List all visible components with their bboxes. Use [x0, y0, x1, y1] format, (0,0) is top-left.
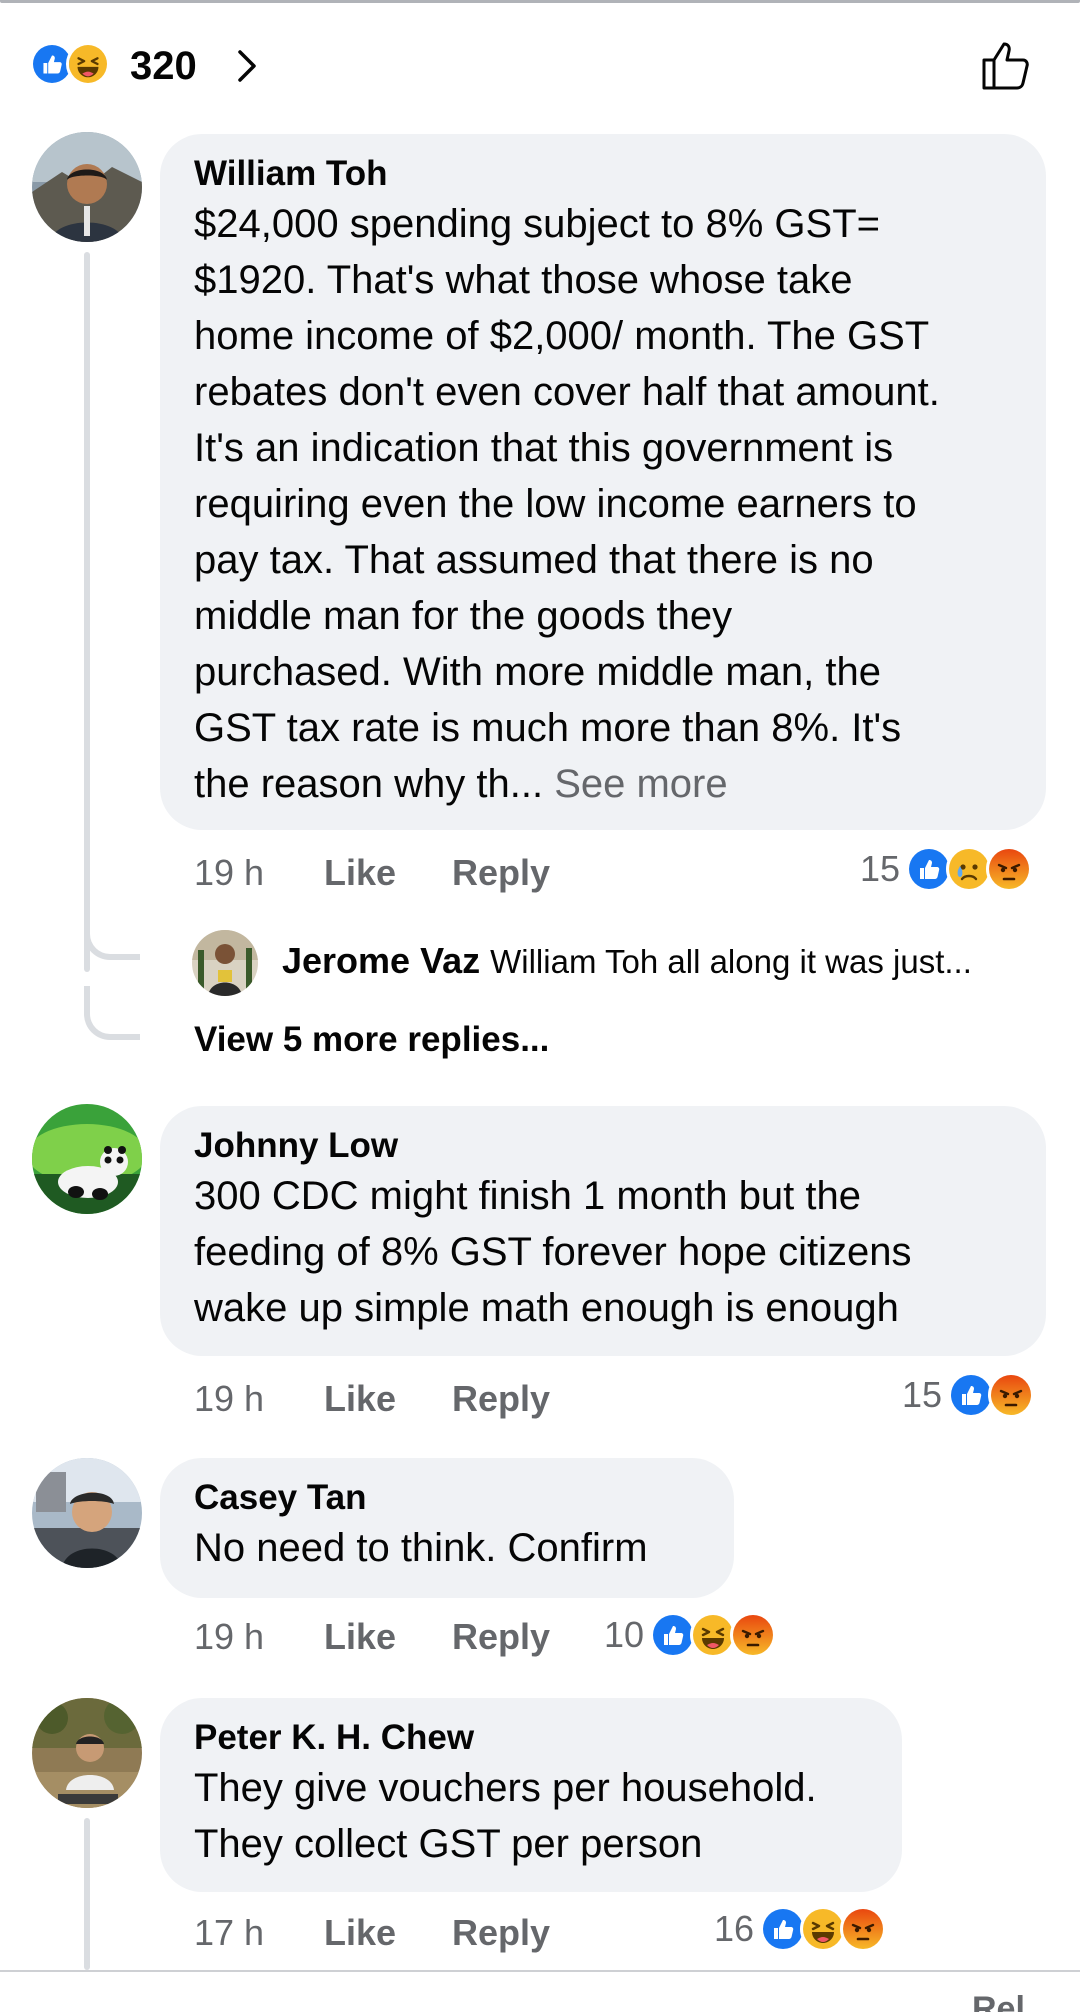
avatar[interactable]	[32, 1104, 142, 1214]
angry-reaction-icon	[840, 1906, 887, 1952]
haha-reaction-icon	[66, 42, 110, 86]
comment-bubble[interactable]: Casey Tan No need to think. Confirm	[160, 1458, 734, 1598]
reply-text: William Toh all along it was just...	[490, 943, 972, 980]
avatar[interactable]	[32, 1698, 142, 1808]
reaction-total-count[interactable]: 320	[130, 44, 197, 89]
comment-actions: 19 h Like Reply	[194, 1616, 550, 1658]
comment-actions: 19 h Like Reply	[194, 852, 550, 894]
angry-reaction-icon	[988, 1372, 1035, 1418]
like-button[interactable]: Like	[324, 1378, 452, 1420]
reaction-count: 16	[714, 1908, 755, 1949]
thread-connector	[84, 906, 140, 960]
comment-author[interactable]: Casey Tan	[194, 1476, 700, 1520]
reply-author[interactable]: Jerome Vaz	[282, 940, 480, 981]
comment-text: $24,000 spending subject to 8% GST= $192…	[194, 196, 1012, 812]
reaction-count: 15	[902, 1374, 943, 1415]
comment-author[interactable]: Johnny Low	[194, 1124, 1012, 1168]
comment-time[interactable]: 19 h	[194, 1378, 324, 1420]
header-reaction-icons[interactable]	[30, 42, 110, 86]
reaction-summary[interactable]: 15	[902, 1372, 1035, 1418]
thread-connector	[84, 986, 140, 1040]
reaction-summary[interactable]: 10	[604, 1612, 777, 1658]
comment-author[interactable]: Peter K. H. Chew	[194, 1716, 868, 1760]
avatar[interactable]	[32, 1458, 142, 1568]
reply-preview[interactable]: Jerome Vaz William Toh all along it was j…	[282, 940, 972, 982]
like-button[interactable]: Like	[324, 1912, 452, 1954]
comment-bubble[interactable]: Peter K. H. Chew They give vouchers per …	[160, 1698, 902, 1892]
chevron-right-icon[interactable]	[232, 46, 264, 86]
sheet-top-edge	[0, 0, 1080, 3]
like-outline-icon[interactable]	[978, 36, 1036, 94]
reply-button[interactable]: Reply	[452, 852, 550, 894]
comment-actions: 17 h Like Reply	[194, 1912, 550, 1954]
like-button[interactable]: Like	[324, 1616, 452, 1658]
comments-screen: 320 William Toh $24,000 spending subject…	[0, 0, 1080, 2012]
reaction-summary[interactable]: 15	[860, 846, 1033, 892]
view-more-replies-link[interactable]: View 5 more replies...	[194, 1020, 549, 1060]
comment-bubble[interactable]: Johnny Low 300 CDC might finish 1 month …	[160, 1106, 1046, 1356]
comment-text: 300 CDC might finish 1 month but the fee…	[194, 1174, 912, 1330]
comment-author[interactable]: William Toh	[194, 152, 1012, 196]
bottom-bar[interactable]: Rel	[0, 1970, 1080, 2012]
reaction-count: 10	[604, 1614, 645, 1655]
comment-time[interactable]: 19 h	[194, 1616, 324, 1658]
comment-text: No need to think. Confirm	[194, 1526, 648, 1570]
avatar[interactable]	[32, 132, 142, 242]
reaction-count: 15	[860, 848, 901, 889]
comment-text: They give vouchers per household. They c…	[194, 1766, 817, 1866]
reactions-header[interactable]: 320	[0, 28, 1080, 108]
reply-button[interactable]: Reply	[452, 1912, 550, 1954]
reaction-summary[interactable]: 16	[714, 1906, 887, 1952]
reply-avatar[interactable]	[192, 930, 258, 996]
angry-reaction-icon	[730, 1612, 777, 1658]
like-button[interactable]: Like	[324, 852, 452, 894]
reply-button[interactable]: Reply	[452, 1616, 550, 1658]
comment-time[interactable]: 17 h	[194, 1912, 324, 1954]
comment-time[interactable]: 19 h	[194, 852, 324, 894]
reply-button[interactable]: Reply	[452, 1378, 550, 1420]
thread-line	[84, 252, 90, 972]
comment-body: $24,000 spending subject to 8% GST= $192…	[194, 202, 940, 806]
thread-line	[84, 1818, 90, 1970]
comment-bubble[interactable]: William Toh $24,000 spending subject to …	[160, 134, 1046, 830]
bottom-bar-label[interactable]: Rel	[972, 1990, 1025, 2012]
comment-actions: 19 h Like Reply	[194, 1378, 550, 1420]
see-more-link[interactable]: See more	[554, 762, 727, 806]
angry-reaction-icon	[986, 846, 1033, 892]
